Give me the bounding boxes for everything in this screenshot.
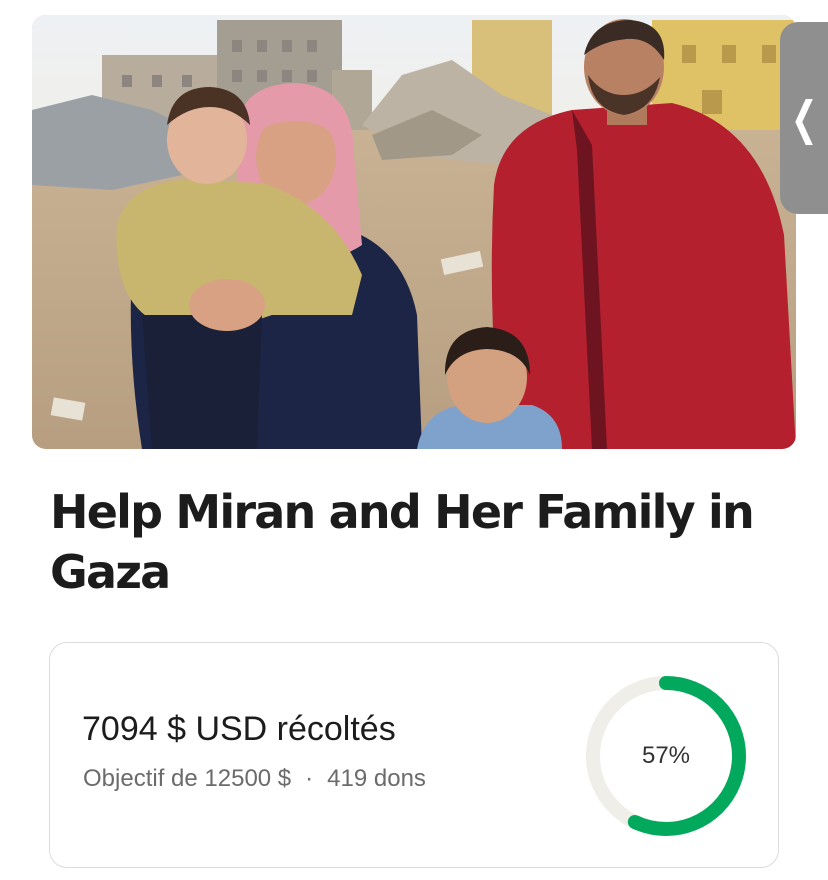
chevron-left-icon: ❮ [790,92,818,144]
progress-card: 7094 $ USD récoltés Objectif de 12500 $ ·… [49,642,779,868]
fundraiser-page: ❮ Help Miran and Her Family in Gaza 7094… [0,0,828,880]
progress-percent: 57% [641,742,691,769]
progress-ring: 57% [585,675,747,837]
amount-raised: 7094 $ USD récoltés [82,710,396,748]
side-panel-toggle[interactable]: ❮ [780,22,828,214]
separator-dot: · [305,765,314,792]
campaign-title: Help Miran and Her Family in Gaza [50,485,755,599]
donation-count: 419 dons [327,765,426,792]
family-photo-illustration [32,15,796,449]
goal-and-donations: Objectif de 12500 $ · 419 dons [83,765,426,793]
campaign-photo[interactable] [32,15,796,449]
goal-amount: Objectif de 12500 $ [83,765,292,792]
